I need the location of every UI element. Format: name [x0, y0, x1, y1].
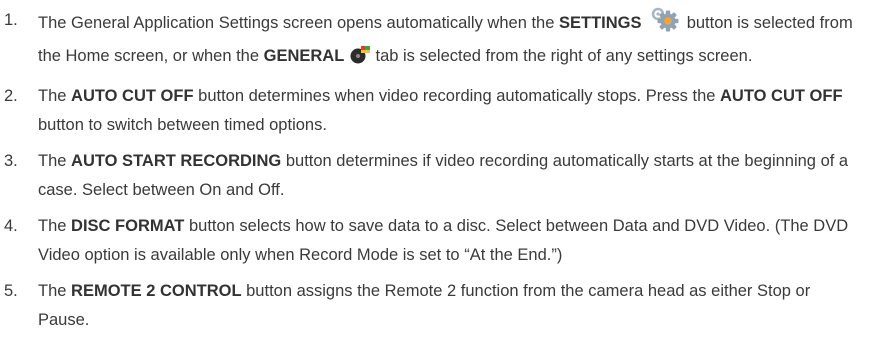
item-number: 5. — [4, 282, 18, 300]
list-item-4: 4. The DISC FORMAT button selects how to… — [0, 212, 862, 270]
settings-button-label: SETTINGS — [558, 14, 642, 32]
list-item-5: 5. The REMOTE 2 CONTROL button assigns t… — [0, 277, 862, 335]
general-tab-icon — [349, 45, 371, 75]
settings-gear-icon — [646, 6, 682, 42]
item-number: 4. — [4, 217, 18, 235]
remote-2-control-label: REMOTE 2 CONTROL — [71, 282, 242, 300]
item-text: The REMOTE 2 CONTROL button assigns the … — [38, 282, 811, 329]
general-tab-label: GENERAL — [263, 47, 345, 65]
item-number: 1. — [4, 11, 18, 29]
settings-instructions-list: 1. The General Application Settings scre… — [0, 0, 870, 342]
item-text: The AUTO START RECORDING button determin… — [38, 152, 849, 199]
auto-cut-off-label: AUTO CUT OFF — [71, 87, 194, 105]
disc-format-label: DISC FORMAT — [71, 217, 185, 235]
list-item-3: 3. The AUTO START RECORDING button deter… — [0, 147, 862, 205]
item-number: 2. — [4, 87, 18, 105]
item-text: The AUTO CUT OFF button determines when … — [38, 87, 843, 134]
item-text: The DISC FORMAT button selects how to sa… — [38, 217, 849, 264]
item-number: 3. — [4, 152, 18, 170]
list-item-2: 2. The AUTO CUT OFF button determines wh… — [0, 82, 862, 140]
list-item-1: 1. The General Application Settings scre… — [0, 6, 862, 75]
item-text: The General Application Settings screen … — [38, 6, 862, 75]
auto-start-recording-label: AUTO START RECORDING — [71, 152, 282, 170]
auto-cut-off-label: AUTO CUT OFF — [720, 87, 843, 105]
